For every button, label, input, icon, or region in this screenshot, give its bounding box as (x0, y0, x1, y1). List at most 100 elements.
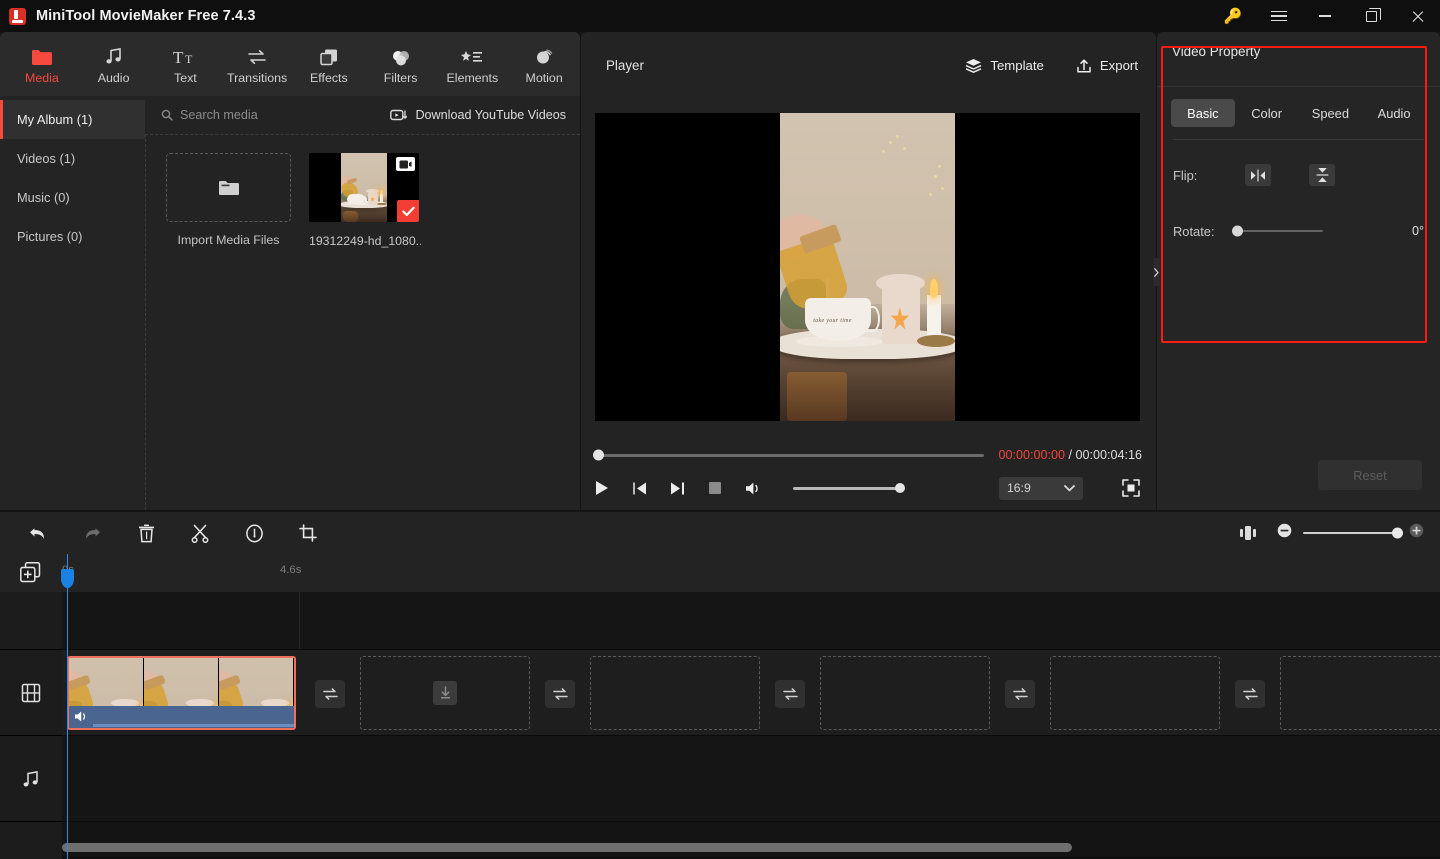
add-transition-button[interactable] (1005, 680, 1035, 708)
playhead-handle[interactable] (61, 569, 74, 588)
property-tab-audio[interactable]: Audio (1362, 99, 1426, 127)
nav-tab-audio[interactable]: Audio (78, 33, 150, 95)
clip-placeholder[interactable] (360, 656, 530, 730)
redo-button[interactable] (74, 518, 110, 548)
close-button[interactable] (1394, 0, 1440, 32)
folder-icon (31, 44, 53, 66)
minimize-button[interactable] (1302, 0, 1348, 32)
seek-handle[interactable] (593, 449, 604, 461)
export-button[interactable]: Export (1070, 53, 1144, 79)
template-label: Template (990, 58, 1044, 73)
rotate-handle[interactable] (1232, 225, 1243, 237)
undo-button[interactable] (20, 518, 56, 548)
zoom-out-button[interactable] (1277, 523, 1292, 543)
clip-frame (69, 658, 144, 706)
flip-vertical-button[interactable] (1309, 164, 1335, 186)
speaker-icon[interactable] (74, 710, 89, 728)
add-transition-button[interactable] (545, 680, 575, 708)
track-header-video[interactable] (0, 650, 62, 736)
add-track-button[interactable] (20, 562, 42, 584)
nav-tab-motion[interactable]: Motion (508, 33, 580, 95)
timeline-scrollbar[interactable] (0, 843, 1440, 853)
placeholder-download-icon (433, 681, 457, 705)
clip-placeholder[interactable] (820, 656, 990, 730)
license-key-button[interactable]: 🔑 (1210, 0, 1256, 32)
flip-horizontal-button[interactable] (1245, 164, 1271, 186)
volume-slider[interactable] (793, 483, 905, 493)
clip-frame (219, 658, 294, 706)
previous-frame-button[interactable] (632, 481, 647, 496)
flip-vertical-icon (1316, 168, 1328, 182)
timeline-zoom-slider[interactable] (1303, 527, 1403, 539)
split-button[interactable] (182, 518, 218, 548)
reset-button[interactable]: Reset (1318, 460, 1422, 490)
nav-tab-text[interactable]: TT Text (150, 33, 222, 95)
time-display: 00:00:00:00 / 00:00:04:16 (998, 448, 1142, 462)
search-input[interactable]: Search media (161, 108, 390, 122)
media-grid: Import Media Files 19312249-hd_1080... (145, 134, 580, 510)
fullscreen-button[interactable] (1120, 477, 1142, 499)
nav-tab-elements[interactable]: Elements (437, 33, 509, 95)
timeline-ruler[interactable]: 0s 4.6s (0, 554, 1440, 592)
media-clip-thumbnail[interactable] (309, 153, 419, 222)
add-transition-button[interactable] (775, 680, 805, 708)
crop-button[interactable] (290, 518, 326, 548)
add-transition-button[interactable] (315, 680, 345, 708)
property-tab-basic[interactable]: Basic (1171, 99, 1235, 127)
timeline-lane-audio[interactable] (62, 736, 1440, 822)
album-item-pictures[interactable]: Pictures (0) (0, 217, 145, 256)
nav-tab-filters[interactable]: Filters (365, 33, 437, 95)
stop-button[interactable] (708, 481, 722, 495)
player-stage[interactable]: take your time (595, 113, 1140, 421)
total-time: 00:00:04:16 (1075, 448, 1142, 462)
video-property-panel: Video Property Basic Color Speed Audio F… (1157, 32, 1440, 510)
track-header-audio[interactable] (0, 736, 62, 822)
nav-tab-media[interactable]: Media (6, 33, 78, 95)
aspect-ratio-select[interactable]: 16:9 (999, 476, 1083, 500)
add-transition-button[interactable] (1235, 680, 1265, 708)
property-tab-color[interactable]: Color (1235, 99, 1299, 127)
clip-placeholder[interactable] (590, 656, 760, 730)
delete-button[interactable] (128, 518, 164, 548)
album-label: My Album (1) (17, 112, 93, 127)
volume-handle[interactable] (895, 483, 905, 493)
property-tab-speed[interactable]: Speed (1299, 99, 1363, 127)
volume-button[interactable] (745, 481, 762, 496)
timeline-clip[interactable] (67, 656, 296, 730)
clip-placeholder[interactable] (1280, 656, 1440, 730)
maximize-button[interactable] (1348, 0, 1394, 32)
fit-timeline-button[interactable] (1230, 518, 1266, 548)
import-media-tile[interactable]: Import Media Files (166, 153, 291, 247)
timeline-zoom-handle[interactable] (1392, 527, 1403, 539)
clip-placeholder[interactable] (1050, 656, 1220, 730)
nav-tab-transitions[interactable]: Transitions (221, 33, 293, 95)
nav-tab-effects[interactable]: Effects (293, 33, 365, 95)
zoom-in-button[interactable] (1409, 523, 1424, 543)
menu-button[interactable] (1256, 0, 1302, 32)
seek-slider[interactable] (593, 449, 985, 461)
next-frame-button[interactable] (670, 481, 685, 496)
nav-tab-media-label: Media (25, 70, 59, 85)
clip-audio-bar[interactable] (69, 706, 294, 728)
timeline-scrollbar-thumb[interactable] (62, 843, 1072, 852)
media-content: Search media Download YouTube Videos Imp… (145, 96, 580, 510)
album-item-my-album[interactable]: My Album (1) (0, 100, 145, 139)
download-youtube-button[interactable]: Download YouTube Videos (390, 108, 566, 122)
album-label: Music (0) (17, 190, 70, 205)
ruler-tick: 4.6s (280, 564, 302, 576)
album-item-videos[interactable]: Videos (1) (0, 139, 145, 178)
clip-selected-checkmark-icon[interactable] (397, 200, 419, 222)
collapse-property-panel-button[interactable] (1153, 258, 1160, 286)
import-drop-area[interactable] (166, 153, 291, 222)
timeline-lane-video[interactable] (62, 650, 1440, 736)
media-clip-item[interactable]: 19312249-hd_1080... (309, 153, 421, 248)
album-item-music[interactable]: Music (0) (0, 178, 145, 217)
template-button[interactable]: Template (959, 53, 1050, 79)
undo-icon (30, 527, 44, 539)
timeline-lane-overlay[interactable] (62, 592, 1440, 650)
speed-button[interactable] (236, 518, 272, 548)
play-button[interactable] (595, 480, 609, 496)
playhead[interactable] (61, 554, 74, 859)
key-icon: 🔑 (1223, 8, 1243, 25)
rotate-slider[interactable] (1232, 225, 1323, 237)
